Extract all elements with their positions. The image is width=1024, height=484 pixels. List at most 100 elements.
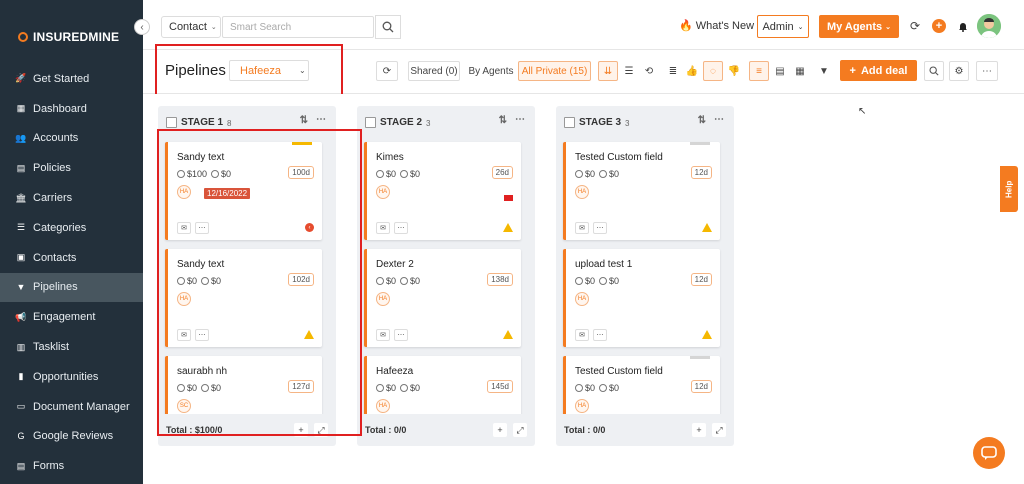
sidebar-item-pipelines[interactable]: ▼ Pipelines (0, 272, 143, 303)
my-agents-button[interactable]: My Agents ⌄ (819, 15, 899, 38)
sidebar-item-categories[interactable]: ☰ Categories (0, 213, 143, 243)
filter-button[interactable]: ▼ (815, 61, 833, 81)
user-avatar[interactable] (977, 14, 1001, 38)
stage-select-checkbox[interactable] (564, 116, 575, 128)
add-deal-to-stage-icon[interactable]: + (692, 423, 706, 437)
deal-card[interactable]: Dexter 2 $0 $0 138d HA ✉ ⋯ (364, 249, 521, 347)
list-view-button[interactable]: ☰ (620, 61, 638, 81)
help-label: Help (1004, 180, 1014, 198)
sidebar-item-engagement[interactable]: 📢 Engagement (0, 302, 143, 332)
brand-logo[interactable]: INSUREDMINE (18, 30, 119, 44)
more-icon[interactable]: ⋯ (593, 329, 607, 341)
all-private-filter-button[interactable]: All Private (15) (518, 61, 591, 81)
lost-deals-button[interactable]: 👎 (725, 61, 743, 81)
by-agents-filter-button[interactable]: By Agents (465, 61, 517, 81)
sort-icon[interactable]: ⇅ (499, 115, 507, 126)
collapse-sidebar-button[interactable]: ‹ (134, 19, 150, 35)
deal-amount-secondary: $0 (410, 383, 421, 393)
table-view-button[interactable]: ▤ (771, 61, 789, 81)
role-select[interactable]: Admin ⌄ (757, 15, 809, 38)
message-icon[interactable]: ✉ (575, 329, 589, 341)
all-deals-button[interactable]: ≣ (664, 61, 682, 81)
smart-search-input[interactable]: Smart Search (222, 16, 374, 38)
whats-new-label: What's New (695, 19, 755, 32)
add-deal-to-stage-icon[interactable]: + (493, 423, 507, 437)
sidebar-item-tasklist[interactable]: ▥ Tasklist (0, 332, 143, 362)
message-icon[interactable]: ✉ (575, 222, 589, 234)
carriers-icon: 🏛 (15, 192, 27, 203)
coin-icon (575, 170, 583, 178)
sidebar-item-policies[interactable]: ▤ Policies (0, 153, 143, 183)
sidebar-item-accounts[interactable]: 👥 Accounts (0, 124, 143, 154)
help-tab[interactable]: Help (1000, 166, 1018, 212)
sidebar-item-forms[interactable]: ▤ Forms (0, 451, 143, 481)
deal-title: Dexter 2 (376, 259, 414, 270)
refresh-board-button[interactable]: ⟳ (376, 61, 398, 81)
deal-card[interactable]: Tested Custom field$0$012dHA✉⋯ (563, 142, 720, 240)
won-deals-button[interactable]: 👍 (683, 61, 701, 81)
sidebar-item-get-started[interactable]: 🚀 Get Started (0, 64, 143, 94)
search-deals-button[interactable] (924, 61, 944, 81)
deal-card[interactable]: upload test 1 $0 $0 12d HA ✉ ⋯ (563, 249, 720, 347)
more-icon[interactable]: ⋯ (394, 222, 408, 234)
opportunities-icon: ▮ (18, 371, 24, 382)
deal-age-badge: 12d (690, 273, 712, 286)
deal-amount-primary: $0 (585, 276, 596, 286)
stage-select-checkbox[interactable] (166, 116, 177, 128)
more-icon[interactable]: ⋯ (394, 329, 408, 341)
more-options-button[interactable]: ⋯ (976, 61, 998, 81)
coin-icon (575, 277, 583, 285)
message-icon[interactable]: ✉ (376, 222, 390, 234)
plus-icon: + (849, 64, 856, 77)
search-scope-select[interactable]: Contact ⌄ (161, 16, 221, 38)
highlight-box-pipeline-select (155, 44, 343, 98)
sidebar-item-document-manager[interactable]: ▭ Document Manager (0, 392, 143, 422)
whats-new-link[interactable]: 🔥 What's New (679, 19, 755, 33)
brand-name: INSUREDMINE (33, 30, 120, 44)
deal-card[interactable]: Tested Custom field$0$012dHA✉⋯ (563, 356, 720, 414)
sidebar-item-carriers[interactable]: 🏛 Carriers (0, 183, 143, 213)
filter-view-button[interactable]: ⇊ (598, 61, 618, 81)
sidebar-item-dashboard[interactable]: ▦ Dashboard (0, 94, 143, 124)
deal-amount-primary: $0 (585, 383, 596, 393)
kanban-view-button[interactable]: ≡ (749, 61, 769, 81)
stage-header: STAGE 2 3 ⇅ ⋯ (365, 114, 527, 130)
deal-card[interactable]: Kimes $0 $0 26d HA ✉ ⋯ (364, 142, 521, 240)
sidebar-item-opportunities[interactable]: ▮ Opportunities (0, 362, 143, 392)
all-private-label: All Private (15) (521, 65, 588, 77)
sort-icon[interactable]: ⇅ (300, 115, 308, 126)
deal-age-badge: 145d (487, 380, 513, 393)
deal-amounts: $0 $0 (575, 276, 619, 286)
search-button[interactable] (375, 15, 401, 39)
more-icon[interactable]: ⋯ (593, 222, 607, 234)
grid-view-button[interactable]: ▦ (791, 61, 809, 81)
stage-more-icon[interactable]: ⋯ (714, 114, 724, 125)
forms-icon: ▤ (16, 460, 26, 471)
megaphone-icon: 📢 (15, 311, 27, 322)
history-button[interactable]: ⟲ (640, 61, 658, 81)
settings-button[interactable]: ⚙ (949, 61, 969, 81)
expand-icon[interactable]: ⤢ (513, 423, 527, 437)
chat-button[interactable] (973, 437, 1005, 469)
sidebar-item-label: Get Started (33, 72, 90, 85)
message-icon[interactable]: ✉ (376, 329, 390, 341)
open-deals-button[interactable]: ◌ (703, 61, 723, 81)
deal-card[interactable]: Hafeeza$0$0145dHA✉⋯ (364, 356, 521, 414)
shared-filter-button[interactable]: Shared (0) (408, 61, 460, 81)
quick-add-button[interactable]: + (932, 19, 946, 33)
stage-more-icon[interactable]: ⋯ (316, 114, 326, 125)
gear-icon: ⚙ (954, 65, 964, 77)
add-deal-button[interactable]: + Add deal (840, 60, 917, 81)
coin-icon (599, 384, 608, 392)
agent-avatar: HA (376, 185, 390, 199)
refresh-button[interactable]: ⟳ (908, 19, 922, 33)
notifications-button[interactable] (956, 19, 970, 33)
stage-select-checkbox[interactable] (365, 116, 376, 128)
sidebar-item-contacts[interactable]: ▣ Contacts (0, 243, 143, 273)
stage-more-icon[interactable]: ⋯ (515, 114, 525, 125)
list-view-icon: ☰ (624, 65, 634, 77)
warning-icon (702, 330, 712, 339)
sort-icon[interactable]: ⇅ (698, 115, 706, 126)
sidebar-item-google-reviews[interactable]: G Google Reviews (0, 422, 143, 452)
expand-icon[interactable]: ⤢ (712, 423, 726, 437)
